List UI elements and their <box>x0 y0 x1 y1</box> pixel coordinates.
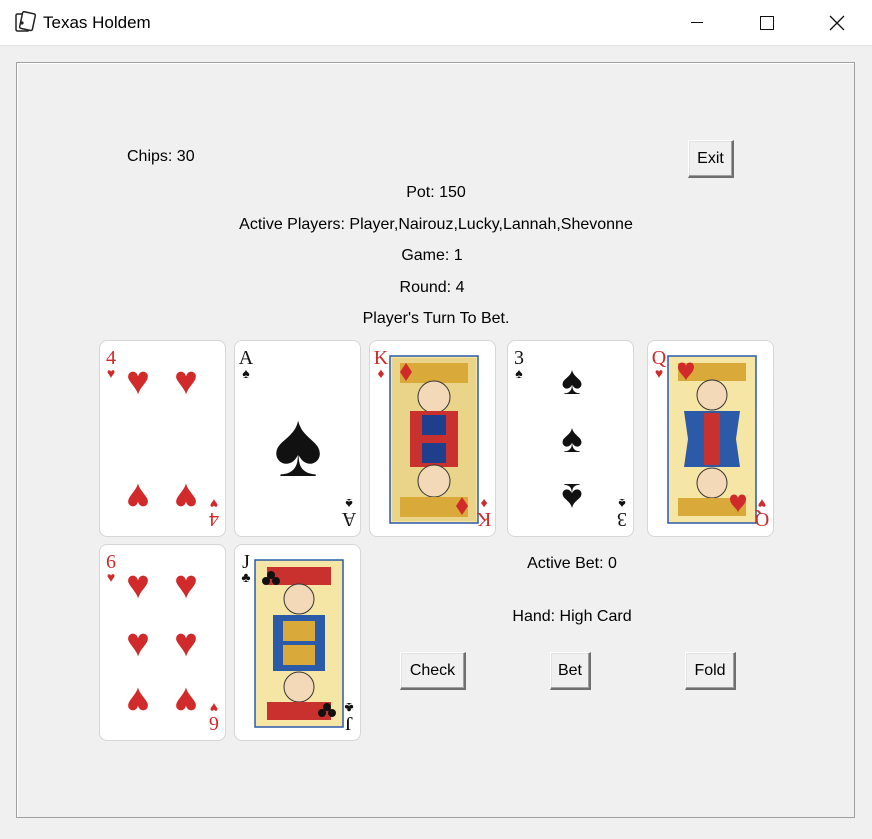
round-label: Round: 4 <box>399 279 465 296</box>
active-bet-label: Active Bet: 0 <box>527 555 617 572</box>
check-button[interactable]: Check <box>400 652 466 690</box>
minimize-button[interactable] <box>668 0 726 46</box>
community-card-4-hearts: 4 ♥ ♥ ♥ ♥ ♥ 4 ♥ <box>99 340 226 537</box>
community-card-3-spades: 3 ♠ ♠ ♠ ♠ 3 ♠ <box>507 340 634 537</box>
heart-pip: ♥ <box>174 621 198 665</box>
hole-card-jack-clubs: J ♣ J ♣ <box>234 544 361 741</box>
hand-label: Hand: High Card <box>512 608 632 625</box>
turn-label: Player's Turn To Bet. <box>362 310 510 327</box>
exit-button[interactable]: Exit <box>688 140 734 178</box>
chips-label: Chips: 30 <box>127 148 195 165</box>
pot-label: Pot: 150 <box>406 184 466 201</box>
maximize-button[interactable] <box>738 0 796 46</box>
window-title: Texas Holdem <box>43 13 151 32</box>
community-card-queen-hearts: Q ♥ Q ♥ <box>647 340 774 537</box>
heart-pip: ♥ <box>174 563 198 607</box>
bet-button[interactable]: Bet <box>550 652 591 690</box>
game-label: Game: 1 <box>401 247 463 264</box>
heart-pip: ♥ <box>126 621 150 665</box>
maximize-icon <box>760 16 774 30</box>
spade-pip: ♠ <box>561 475 583 519</box>
community-card-king-diamonds: K ♦ K ♦ <box>369 340 496 537</box>
spade-pip: ♠ <box>561 359 583 403</box>
heart-pip: ♥ <box>126 563 150 607</box>
heart-pip: ♥ <box>126 359 150 403</box>
heart-pip: ♥ <box>126 475 150 519</box>
spade-pip: ♠ <box>561 417 583 461</box>
active-players-label: Active Players: Player,Nairouz,Lucky,Lan… <box>239 216 633 233</box>
fold-button[interactable]: Fold <box>685 652 736 690</box>
close-button[interactable] <box>808 0 866 46</box>
heart-pip: ♥ <box>174 475 198 519</box>
heart-pip: ♥ <box>174 359 198 403</box>
close-icon <box>829 15 845 31</box>
hole-card-6-hearts: 6 ♥ ♥ ♥ ♥ ♥ ♥ ♥ 6 ♥ <box>99 544 226 741</box>
heart-pip: ♥ <box>174 679 198 723</box>
game-window-body: Chips: 30 Exit Pot: 150 Active Players: … <box>0 46 872 839</box>
cards-app-icon <box>13 10 37 35</box>
heart-pip: ♥ <box>126 679 150 723</box>
spade-pip: ♠ <box>273 394 323 496</box>
community-card-ace-spades: A ♠ ♠ A ♠ <box>234 340 361 537</box>
title-bar: Texas Holdem <box>0 0 872 46</box>
minimize-icon <box>691 22 703 23</box>
